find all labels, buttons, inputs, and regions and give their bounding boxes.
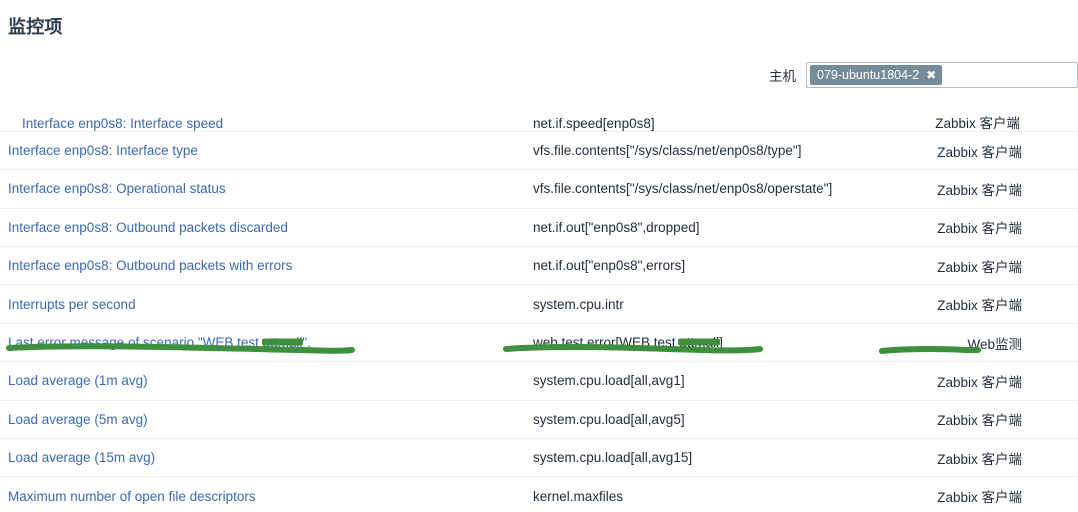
host-multiselect[interactable]: 079-ubuntu1804-2 ✖	[806, 62, 1078, 88]
item-type-cell: Zabbix 客户端	[880, 247, 1030, 285]
item-key-cell: system.cpu.load[all,avg15]	[525, 439, 880, 477]
item-key-cell: vfs.file.contents["/sys/class/net/enp0s8…	[525, 170, 880, 208]
item-value-type-cell: 数字	[1030, 93, 1078, 131]
item-value-type-cell: 数字	[1030, 477, 1078, 512]
item-type-cell: Zabbix 客户端	[880, 131, 1030, 169]
item-name-link[interactable]: Maximum number of open file descriptors	[8, 489, 256, 504]
item-value-type-cell: 浮点	[1030, 362, 1078, 400]
close-icon[interactable]: ✖	[926, 69, 936, 81]
item-key-cell: net.if.out["enp0s8",dropped]	[525, 208, 880, 246]
item-key-cell: net.if.speed[enp0s8]	[525, 93, 880, 131]
item-value-type-cell: 数字	[1030, 208, 1078, 246]
item-name-link[interactable]: Load average (1m avg)	[8, 373, 148, 388]
item-type-cell: Zabbix 客户端	[880, 362, 1030, 400]
host-chip-label: 079-ubuntu1804-2	[817, 65, 919, 85]
item-type-cell: Web监测	[880, 323, 1030, 361]
redacted-text: attmall	[263, 335, 303, 350]
table-row[interactable]: Interface enp0s8: Interface type vfs.fil…	[0, 131, 1078, 169]
items-table-container[interactable]: Interface enp0s8: Interface speed net.if…	[0, 93, 1078, 512]
item-name-cell[interactable]: Interface enp0s8: Outbound packets with …	[0, 247, 525, 285]
item-type-text: Zabbix 客户端	[935, 117, 1020, 131]
item-key-cell: vfs.file.contents["/sys/class/net/enp0s8…	[525, 131, 880, 169]
items-table: Interface enp0s8: Interface speed net.if…	[0, 93, 1078, 512]
item-value-type-cell: 数字	[1030, 247, 1078, 285]
item-type-cell: Zabbix 客户端	[880, 477, 1030, 512]
item-name-link[interactable]: Interface enp0s8: Interface type	[8, 143, 198, 158]
item-name-link[interactable]: Interface enp0s8: Outbound packets disca…	[8, 220, 288, 235]
item-name-cell[interactable]: Last error message of scenario "WEB test…	[0, 323, 525, 361]
item-type-cell: Zabbix 客户端	[880, 170, 1030, 208]
item-name-cell[interactable]: Interface enp0s8: Interface speed	[0, 93, 525, 131]
item-name-link[interactable]: Interrupts per second	[8, 297, 136, 312]
table-row[interactable]: Interface enp0s8: Operational status vfs…	[0, 170, 1078, 208]
table-row[interactable]: Interface enp0s8: Interface speed net.if…	[0, 93, 1078, 131]
item-key-cell: web.test.error[WEB test attmall]	[525, 323, 880, 361]
host-chip[interactable]: 079-ubuntu1804-2 ✖	[810, 65, 942, 85]
item-key-cell: system.cpu.intr	[525, 285, 880, 323]
filter-bar: 主机 079-ubuntu1804-2 ✖	[0, 57, 1078, 93]
item-type-cell: Zabbix 客户端	[880, 208, 1030, 246]
host-filter-label: 主机	[769, 65, 796, 85]
item-name-link[interactable]: Interface enp0s8: Outbound packets with …	[8, 258, 292, 273]
item-value-type-cell: 数字	[1030, 170, 1078, 208]
item-type-cell: Zabbix 客户端	[880, 285, 1030, 323]
item-value-type-cell: 浮点	[1030, 285, 1078, 323]
item-name-link[interactable]: Last error message of scenario "WEB test…	[8, 335, 311, 350]
table-row[interactable]: Interrupts per second system.cpu.intr Za…	[0, 285, 1078, 323]
item-key-cell: kernel.maxfiles	[525, 477, 880, 512]
item-name-cell[interactable]: Load average (1m avg)	[0, 362, 525, 400]
item-type-cell: Zabbix 客户端	[880, 93, 1030, 131]
item-name-cell[interactable]: Maximum number of open file descriptors	[0, 477, 525, 512]
item-name-cell[interactable]: Load average (5m avg)	[0, 400, 525, 438]
item-name-prefix: Last error message of scenario "WEB test	[8, 335, 263, 350]
table-row[interactable]: Maximum number of open file descriptors …	[0, 477, 1078, 512]
table-row[interactable]: Load average (15m avg) system.cpu.load[a…	[0, 439, 1078, 477]
item-type-cell: Zabbix 客户端	[880, 400, 1030, 438]
item-key-cell: net.if.out["enp0s8",errors]	[525, 247, 880, 285]
item-value-type-cell: 浮点	[1030, 400, 1078, 438]
item-name-suffix: ".	[302, 335, 311, 350]
redacted-text: attmall	[679, 335, 719, 350]
item-type-cell: Zabbix 客户端	[880, 439, 1030, 477]
item-key-cell: system.cpu.load[all,avg1]	[525, 362, 880, 400]
item-key-text: net.if.speed[enp0s8]	[533, 117, 655, 131]
item-name-link[interactable]: Interface enp0s8: Interface speed	[22, 117, 223, 131]
item-name-cell[interactable]: Interface enp0s8: Interface type	[0, 131, 525, 169]
table-row-annotated[interactable]: Last error message of scenario "WEB test…	[0, 323, 1078, 361]
page-title: 监控项	[8, 13, 63, 39]
item-key-prefix: web.test.error[WEB test	[533, 335, 679, 350]
table-row[interactable]: Interface enp0s8: Outbound packets disca…	[0, 208, 1078, 246]
item-value-type-cell: 字符	[1030, 323, 1078, 361]
item-name-cell[interactable]: Interface enp0s8: Outbound packets disca…	[0, 208, 525, 246]
items-table-body: Interface enp0s8: Interface speed net.if…	[0, 93, 1078, 512]
items-page: 监控项 主机 079-ubuntu1804-2 ✖ Interface enp0…	[0, 0, 1078, 512]
item-name-cell[interactable]: Interrupts per second	[0, 285, 525, 323]
item-name-link[interactable]: Load average (5m avg)	[8, 412, 148, 427]
item-value-type-cell: 数字	[1030, 131, 1078, 169]
item-name-cell[interactable]: Load average (15m avg)	[0, 439, 525, 477]
item-value-type-cell: 浮点	[1030, 439, 1078, 477]
table-row[interactable]: Load average (5m avg) system.cpu.load[al…	[0, 400, 1078, 438]
item-name-link[interactable]: Load average (15m avg)	[8, 450, 155, 465]
item-name-cell[interactable]: Interface enp0s8: Operational status	[0, 170, 525, 208]
item-name-link[interactable]: Interface enp0s8: Operational status	[8, 181, 226, 196]
item-key-cell: system.cpu.load[all,avg5]	[525, 400, 880, 438]
table-row[interactable]: Interface enp0s8: Outbound packets with …	[0, 247, 1078, 285]
table-row[interactable]: Load average (1m avg) system.cpu.load[al…	[0, 362, 1078, 400]
